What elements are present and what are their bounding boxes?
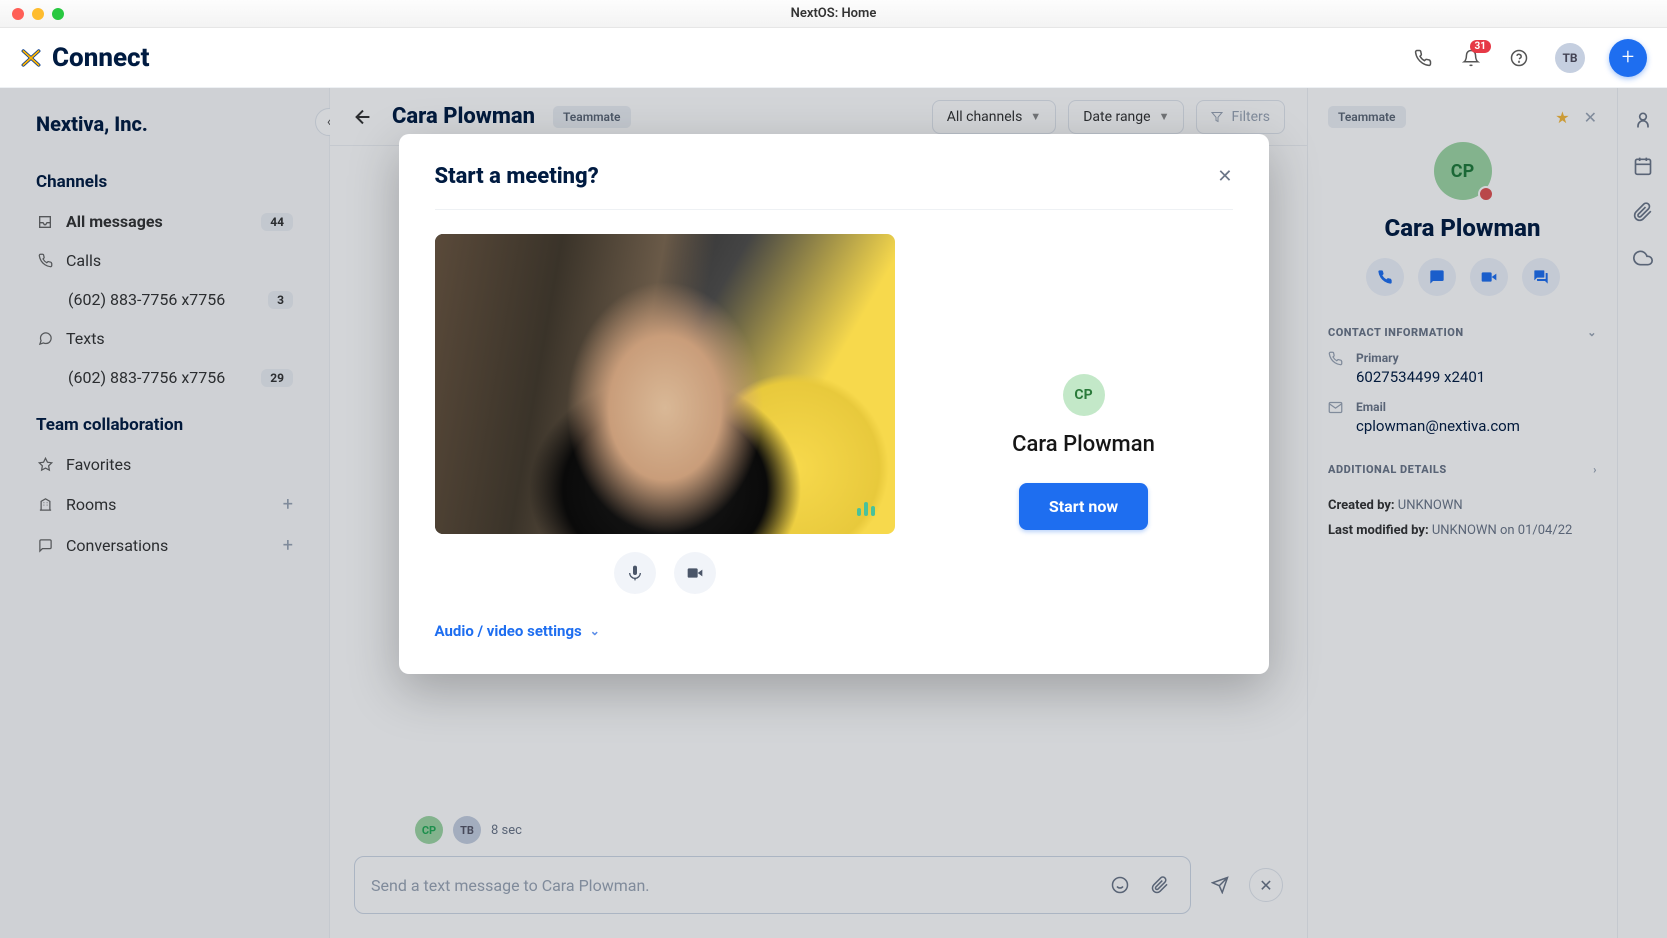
video-preview — [435, 234, 895, 534]
window-title: NextOS: Home — [791, 6, 877, 21]
av-settings-label: Audio / video settings — [435, 622, 582, 640]
modal-backdrop[interactable]: Start a meeting? ✕ Audio / video setting… — [0, 88, 1667, 938]
maximize-window-icon[interactable] — [52, 8, 64, 20]
participant-name: Cara Plowman — [1012, 432, 1155, 457]
app-body: ‹ Nextiva, Inc. Channels All messages 44… — [0, 88, 1667, 938]
phone-icon[interactable] — [1411, 46, 1435, 70]
help-icon[interactable] — [1507, 46, 1531, 70]
start-meeting-modal: Start a meeting? ✕ Audio / video setting… — [399, 134, 1269, 674]
camera-toggle-button[interactable] — [674, 552, 716, 594]
participant-avatar: CP — [1063, 374, 1105, 416]
new-button[interactable]: + — [1609, 39, 1647, 77]
titlebar: NextOS: Home — [0, 0, 1667, 28]
audio-level-icon — [857, 500, 877, 516]
brand-logo-icon — [19, 47, 43, 69]
window-controls — [12, 8, 64, 20]
modal-title: Start a meeting? — [435, 164, 599, 189]
brand: Connect — [20, 43, 149, 73]
start-now-button[interactable]: Start now — [1019, 483, 1148, 530]
chevron-down-icon: ⌄ — [590, 624, 600, 638]
bell-badge: 31 — [1470, 40, 1491, 53]
bell-icon[interactable]: 31 — [1459, 46, 1483, 70]
av-settings-link[interactable]: Audio / video settings ⌄ — [435, 622, 895, 640]
close-window-icon[interactable] — [12, 8, 24, 20]
minimize-window-icon[interactable] — [32, 8, 44, 20]
brand-name: Connect — [52, 43, 149, 73]
mic-toggle-button[interactable] — [614, 552, 656, 594]
user-avatar[interactable]: TB — [1555, 43, 1585, 73]
topbar: Connect 31 TB + — [0, 28, 1667, 88]
modal-close-button[interactable]: ✕ — [1217, 166, 1232, 187]
